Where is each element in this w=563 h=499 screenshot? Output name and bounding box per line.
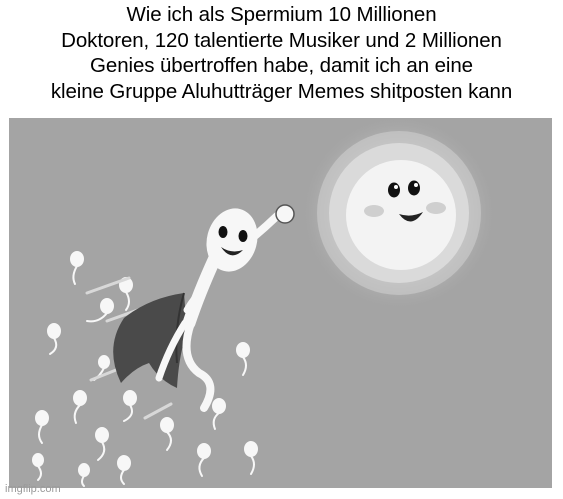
caption-line-2: Doktoren, 120 talentierte Musiker und 2 … — [61, 28, 502, 52]
egg-right-eye — [408, 180, 420, 196]
egg-cell — [301, 118, 497, 311]
imgflip-watermark: imgflip.com — [5, 483, 61, 495]
hero-left-eye — [218, 226, 228, 238]
hero-right-eye — [238, 230, 248, 242]
caption-line-4: kleine Gruppe Aluhutträger Memes shitpos… — [50, 79, 513, 103]
caption-line-1: Wie ich als Spermium 10 Millionen — [126, 3, 437, 26]
meme-illustration — [9, 118, 552, 488]
egg-left-cheek — [364, 205, 384, 217]
hero-fist — [275, 204, 295, 224]
egg-left-eye — [388, 182, 400, 198]
egg-right-cheek — [426, 202, 446, 214]
meme-caption: Wie ich als Spermium 10 Millionen Doktor… — [0, 2, 563, 104]
caption-line-3: Genies übertroffen habe, damit ich an ei… — [90, 54, 473, 77]
